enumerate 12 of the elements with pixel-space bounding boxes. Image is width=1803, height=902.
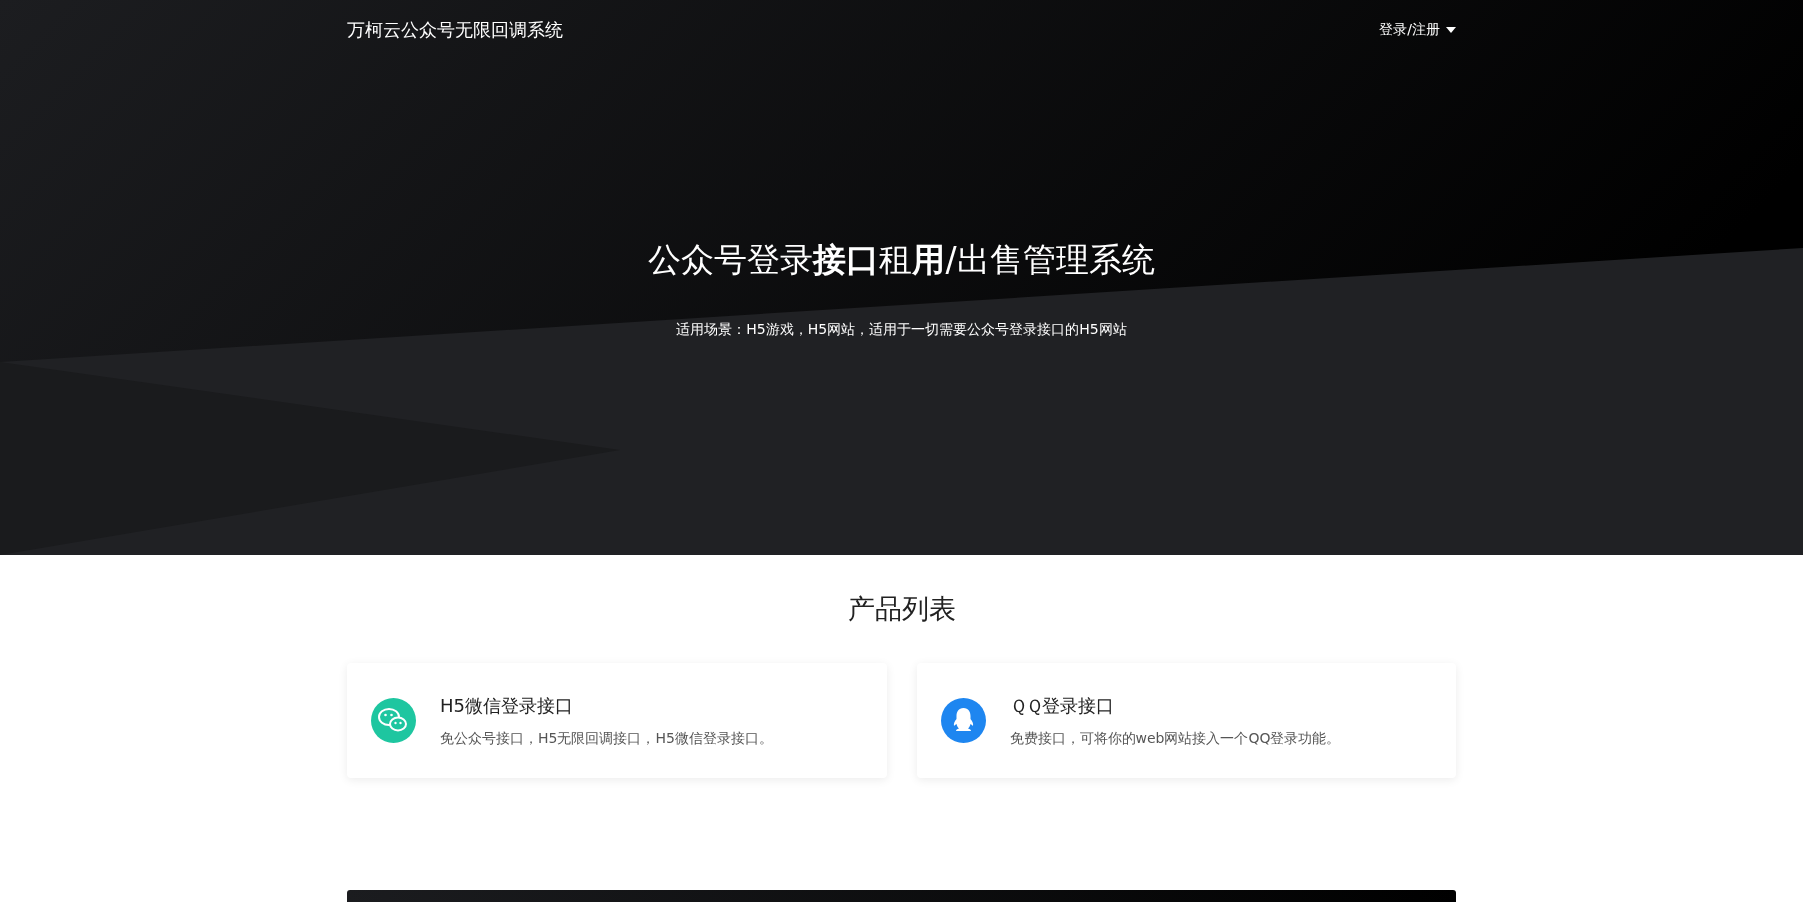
product-card[interactable]: ＱＱ登录接口 免费接口，可将你的web网站接入一个QQ登录功能。 — [916, 663, 1456, 778]
product-description: 免公众号接口，H5无限回调接口，H5微信登录接口。 — [440, 729, 773, 748]
caret-icon — [1446, 27, 1456, 33]
hero-subtitle: 适用场景：H5游戏，H5网站，适用于一切需要公众号登录接口的H5网站 — [676, 321, 1127, 339]
product-card[interactable]: H5微信登录接口 免公众号接口，H5无限回调接口，H5微信登录接口。 — [347, 663, 887, 778]
hero-title: 公众号登录接口租用/出售管理系统 — [648, 239, 1155, 281]
login-register-link[interactable]: 登录/注册 — [1379, 21, 1456, 39]
product-title: H5微信登录接口 — [440, 693, 574, 718]
section-heading: 产品列表 — [847, 592, 956, 626]
site-brand[interactable]: 万柯云公众号无限回调系统 — [347, 18, 563, 42]
product-title: ＱＱ登录接口 — [1009, 693, 1115, 718]
product-description: 免费接口，可将你的web网站接入一个QQ登录功能。 — [1009, 729, 1341, 748]
